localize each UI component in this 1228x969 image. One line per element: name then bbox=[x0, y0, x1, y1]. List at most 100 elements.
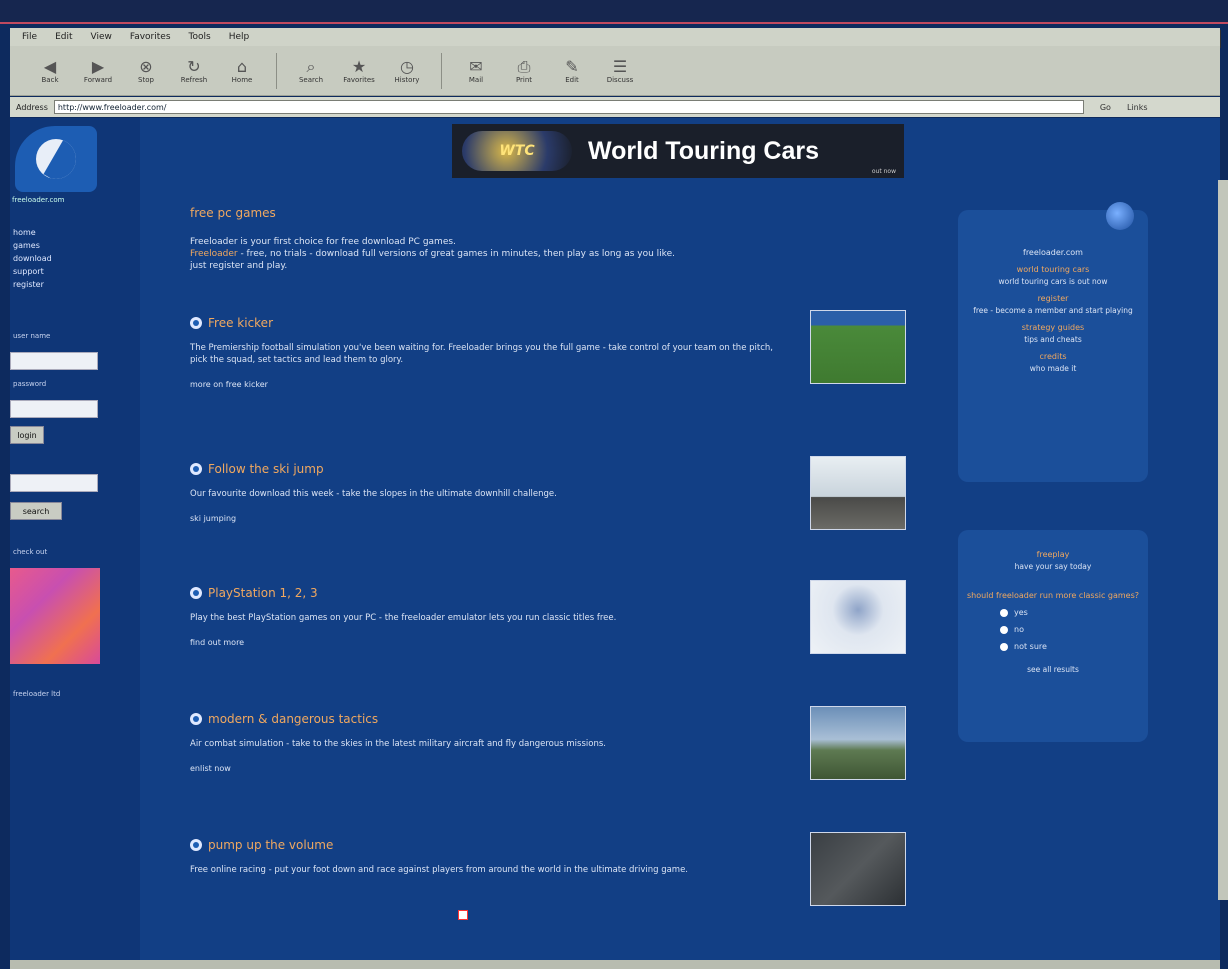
article-more-link[interactable]: ski jumping bbox=[190, 514, 910, 523]
panel-link[interactable]: world touring cars bbox=[964, 265, 1142, 274]
article-title[interactable]: pump up the volume bbox=[190, 838, 910, 852]
scrollbar[interactable] bbox=[1218, 180, 1228, 900]
status-bar bbox=[10, 960, 1220, 969]
radio-button[interactable] bbox=[1000, 625, 1008, 634]
forward-icon: ▶ bbox=[91, 56, 105, 76]
menu-item-help[interactable]: Help bbox=[229, 32, 250, 42]
username-field[interactable] bbox=[10, 352, 98, 370]
nav-link-support[interactable]: support bbox=[13, 267, 52, 276]
menu-item-file[interactable]: File bbox=[22, 32, 37, 42]
print-button[interactable]: ⎙ Print bbox=[504, 51, 544, 91]
poll-option-label: not sure bbox=[1014, 642, 1047, 651]
racing-thumbnail[interactable] bbox=[810, 832, 906, 906]
login-button[interactable]: login bbox=[10, 426, 44, 444]
panel-link-text: tips and cheats bbox=[1024, 335, 1082, 344]
go-button[interactable]: Go bbox=[1100, 103, 1111, 112]
article-title[interactable]: Follow the ski jump bbox=[190, 462, 910, 476]
article-text: Air combat simulation - take to the skie… bbox=[190, 739, 606, 749]
article-more-link[interactable]: more on free kicker bbox=[190, 380, 910, 389]
poll-option[interactable]: no bbox=[1000, 625, 1142, 634]
panel-link[interactable]: register bbox=[964, 294, 1142, 303]
back-icon: ◀ bbox=[43, 56, 57, 76]
bullet-icon bbox=[190, 317, 202, 329]
nav-links: home games download support register bbox=[13, 228, 52, 289]
poll-footer-link[interactable]: see all results bbox=[964, 665, 1142, 674]
logo-icon bbox=[36, 139, 76, 179]
ski-thumbnail[interactable] bbox=[810, 456, 906, 530]
mail-button[interactable]: ✉ Mail bbox=[456, 51, 496, 91]
password-field[interactable] bbox=[10, 400, 98, 418]
back-label: Back bbox=[41, 75, 59, 84]
nav-link-games[interactable]: games bbox=[13, 241, 52, 250]
info-panel: freeloader.com world touring cars world … bbox=[958, 202, 1148, 482]
discuss-button[interactable]: ☰ Discuss bbox=[600, 51, 640, 91]
article-text: Free online racing - put your foot down … bbox=[190, 865, 689, 875]
edit-icon: ✎ bbox=[565, 56, 579, 76]
panel-site-name: freeloader.com bbox=[1023, 248, 1083, 257]
menu-item-edit[interactable]: Edit bbox=[55, 32, 72, 42]
panel-link[interactable]: strategy guides bbox=[964, 323, 1142, 332]
intro-line-2-text: - free, no trials - download full versio… bbox=[237, 249, 675, 259]
panel-link[interactable]: credits bbox=[964, 352, 1142, 361]
poll-option[interactable]: yes bbox=[1000, 608, 1142, 617]
article-more-link[interactable]: find out more bbox=[190, 638, 910, 647]
nav-link-register[interactable]: register bbox=[13, 280, 52, 289]
back-button[interactable]: ◀ Back bbox=[30, 51, 70, 91]
article-title-text: Free kicker bbox=[208, 316, 273, 330]
article-text: The Premiership football simulation you'… bbox=[190, 343, 773, 365]
panel-link-text: world touring cars is out now bbox=[998, 277, 1108, 286]
menu-item-favorites[interactable]: Favorites bbox=[130, 32, 171, 42]
article-more-link[interactable]: enlist now bbox=[190, 764, 910, 773]
search-icon: ⌕ bbox=[306, 56, 316, 76]
radio-button[interactable] bbox=[1000, 608, 1008, 617]
nav-link-download[interactable]: download bbox=[13, 254, 52, 263]
print-icon: ⎙ bbox=[517, 56, 531, 76]
aircraft-thumbnail[interactable] bbox=[810, 706, 906, 780]
intro-highlight: Freeloader bbox=[190, 249, 238, 259]
intro-text: Freeloader is your first choice for free… bbox=[190, 236, 905, 272]
article-item: Follow the ski jump Our favourite downlo… bbox=[190, 456, 910, 530]
search-submit-button[interactable]: search bbox=[10, 502, 62, 520]
nav-link-home[interactable]: home bbox=[13, 228, 52, 237]
print-label: Print bbox=[515, 75, 533, 84]
poll-panel: freeplay have your say today should free… bbox=[958, 530, 1148, 742]
playstation-thumbnail[interactable] bbox=[810, 580, 906, 654]
article-title[interactable]: PlayStation 1, 2, 3 bbox=[190, 586, 910, 600]
promo-image[interactable] bbox=[10, 568, 100, 664]
favorites-button[interactable]: ★ Favorites bbox=[339, 51, 379, 91]
edit-button[interactable]: ✎ Edit bbox=[552, 51, 592, 91]
article-title[interactable]: Free kicker bbox=[190, 316, 910, 330]
home-icon: ⌂ bbox=[236, 56, 248, 76]
history-button[interactable]: ◷ History bbox=[387, 51, 427, 91]
history-label: History bbox=[394, 75, 420, 84]
refresh-button[interactable]: ↻ Refresh bbox=[174, 51, 214, 91]
discuss-icon: ☰ bbox=[612, 56, 628, 76]
poll-question: should freeloader run more classic games… bbox=[966, 591, 1140, 600]
radio-button[interactable] bbox=[1000, 642, 1008, 651]
article-title-text: Follow the ski jump bbox=[208, 462, 324, 476]
article-title[interactable]: modern & dangerous tactics bbox=[190, 712, 910, 726]
links-button[interactable]: Links bbox=[1127, 103, 1148, 112]
search-field[interactable] bbox=[10, 474, 98, 492]
stop-button[interactable]: ⊗ Stop bbox=[126, 51, 166, 91]
address-input[interactable]: http://www.freeloader.com/ bbox=[53, 100, 1084, 114]
ad-banner[interactable]: WTC World Touring Cars out now bbox=[452, 124, 904, 178]
menu-bar: File Edit View Favorites Tools Help bbox=[10, 28, 1220, 46]
home-button[interactable]: ⌂ Home bbox=[222, 51, 262, 91]
banner-title: World Touring Cars bbox=[588, 136, 820, 165]
forward-button[interactable]: ▶ Forward bbox=[78, 51, 118, 91]
menu-item-tools[interactable]: Tools bbox=[189, 32, 211, 42]
intro-line-2: Freeloader - free, no trials - download … bbox=[190, 248, 905, 260]
poll-option-label: no bbox=[1014, 625, 1024, 634]
poll-option[interactable]: not sure bbox=[1000, 642, 1142, 651]
search-button[interactable]: ⌕ Search bbox=[291, 51, 331, 91]
favorites-label: Favorites bbox=[343, 75, 375, 84]
panel-link-text: who made it bbox=[1029, 364, 1077, 373]
toolbar-separator bbox=[441, 52, 442, 89]
football-thumbnail[interactable] bbox=[810, 310, 906, 384]
stop-icon: ⊗ bbox=[139, 56, 153, 76]
site-logo[interactable] bbox=[15, 126, 97, 192]
menu-item-view[interactable]: View bbox=[91, 32, 112, 42]
poll-text: have your say today bbox=[1014, 562, 1092, 571]
web-page: freeloader.com home games download suppo… bbox=[10, 118, 1220, 960]
